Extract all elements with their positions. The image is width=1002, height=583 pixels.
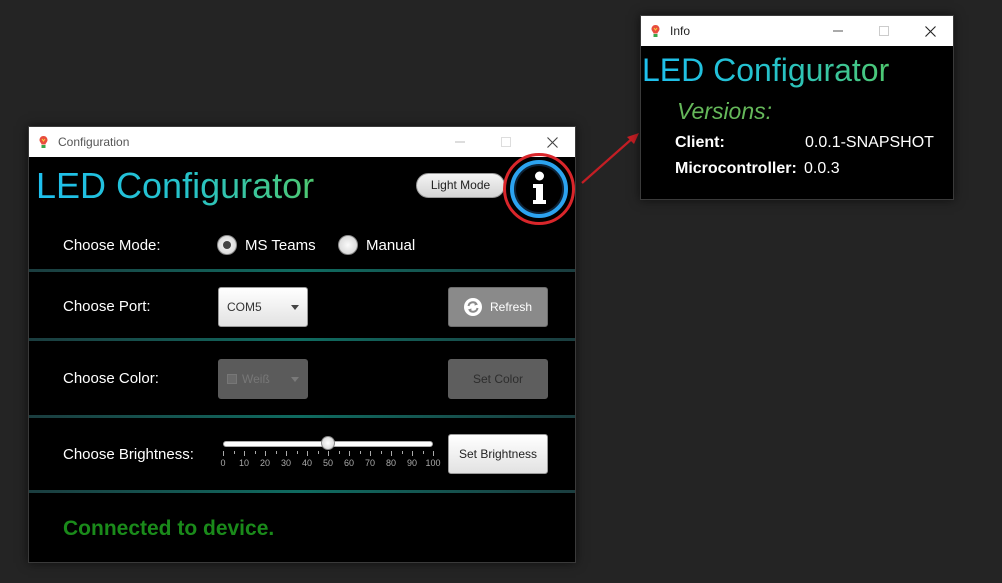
slider-tick <box>412 451 413 456</box>
port-dropdown[interactable]: COM5 <box>218 287 308 327</box>
slider-tick-label: 60 <box>343 458 355 468</box>
slider-minor-tick <box>359 451 361 454</box>
brightness-slider[interactable]: 0 10 20 30 40 50 60 70 80 90 100 <box>219 435 441 471</box>
microcontroller-version: 0.0.3 <box>804 160 840 177</box>
refresh-button[interactable]: Refresh <box>448 287 548 327</box>
maximize-button[interactable] <box>483 127 529 157</box>
slider-tick-label: 30 <box>280 458 292 468</box>
minimize-button[interactable] <box>437 127 483 157</box>
window-title: Info <box>670 24 691 38</box>
slider-minor-tick <box>296 451 298 454</box>
app-bulb-icon <box>39 136 48 148</box>
radio-manual-label: Manual <box>366 236 416 254</box>
minimize-icon <box>833 30 843 32</box>
client-version: 0.0.1-SNAPSHOT <box>805 134 934 151</box>
radio-circle-selected <box>217 235 237 255</box>
minimize-button[interactable] <box>815 16 861 46</box>
slider-ticks <box>223 451 434 457</box>
slider-tick-label: 100 <box>425 458 441 468</box>
separator <box>29 490 575 493</box>
separator <box>29 269 575 272</box>
color-dropdown: Weiß <box>218 359 308 399</box>
microcontroller-label: Microcontroller: <box>675 160 797 177</box>
configuration-window: Configuration LED Configurator Light Mod… <box>28 126 576 563</box>
slider-minor-tick <box>317 451 319 454</box>
slider-tick <box>265 451 266 456</box>
choose-color-label: Choose Color: <box>63 370 159 387</box>
client-label: Client: <box>675 134 725 151</box>
info-app-title: LED Configurator <box>642 52 890 88</box>
slider-minor-tick <box>275 451 277 454</box>
set-brightness-label: Set Brightness <box>458 447 538 461</box>
maximize-icon <box>879 26 889 36</box>
window-title: Configuration <box>58 135 130 149</box>
slider-minor-tick <box>338 451 340 454</box>
set-brightness-button[interactable]: Set Brightness <box>448 434 548 474</box>
dropdown-arrow-icon <box>291 305 299 310</box>
slider-tick <box>307 451 308 456</box>
slider-tick <box>223 451 224 456</box>
dropdown-arrow-icon <box>291 377 299 382</box>
minimize-icon <box>455 141 465 143</box>
separator <box>29 338 575 341</box>
slider-tick-label: 10 <box>238 458 250 468</box>
info-window: Info LED Configurator Versions: Client: … <box>640 15 954 200</box>
radio-circle-unselected <box>338 235 358 255</box>
color-swatch <box>227 374 237 384</box>
radio-manual[interactable]: Manual <box>338 235 415 255</box>
light-mode-button[interactable]: Light Mode <box>416 173 505 198</box>
slider-tick <box>286 451 287 456</box>
annotation-arrow <box>581 133 639 184</box>
maximize-icon <box>501 137 511 147</box>
slider-minor-tick <box>233 451 235 454</box>
app-bulb-icon <box>651 25 660 37</box>
title-bar[interactable]: Info <box>641 16 953 46</box>
slider-tick-label: 40 <box>301 458 313 468</box>
set-color-button: Set Color <box>448 359 548 399</box>
choose-brightness-label: Choose Brightness: <box>63 446 194 463</box>
slider-minor-tick <box>401 451 403 454</box>
connection-status: Connected to device. <box>63 517 275 540</box>
slider-tick <box>244 451 245 456</box>
versions-heading: Versions: <box>677 98 773 124</box>
refresh-icon <box>463 298 482 316</box>
slider-tick-label: 80 <box>385 458 397 468</box>
slider-tick <box>433 451 434 456</box>
separator <box>29 415 575 418</box>
close-icon <box>924 25 936 37</box>
slider-tick-label: 70 <box>364 458 376 468</box>
slider-tick <box>328 451 329 456</box>
slider-tick <box>391 451 392 456</box>
choose-mode-label: Choose Mode: <box>63 237 161 254</box>
slider-tick-label: 50 <box>322 458 334 468</box>
title-bar[interactable]: Configuration <box>29 127 575 157</box>
close-icon <box>546 136 558 148</box>
choose-port-label: Choose Port: <box>63 298 151 315</box>
slider-minor-tick <box>380 451 382 454</box>
slider-tick-label: 20 <box>259 458 271 468</box>
radio-ms-teams[interactable]: MS Teams <box>217 235 316 255</box>
radio-ms-teams-label: MS Teams <box>245 236 316 254</box>
slider-tick-label: 0 <box>220 458 226 468</box>
port-dropdown-value: COM5 <box>227 300 262 314</box>
set-color-label: Set Color <box>472 372 524 386</box>
refresh-button-label: Refresh <box>489 300 533 314</box>
maximize-button[interactable] <box>861 16 907 46</box>
info-button[interactable] <box>503 153 575 225</box>
slider-thumb[interactable] <box>321 436 335 450</box>
slider-minor-tick <box>254 451 256 454</box>
color-dropdown-value: Weiß <box>242 372 270 386</box>
slider-minor-tick <box>422 451 424 454</box>
close-button[interactable] <box>907 16 953 46</box>
slider-tick-label: 90 <box>406 458 418 468</box>
app-title: LED Configurator <box>36 165 315 206</box>
slider-tick <box>349 451 350 456</box>
slider-tick <box>370 451 371 456</box>
info-icon <box>510 160 568 218</box>
